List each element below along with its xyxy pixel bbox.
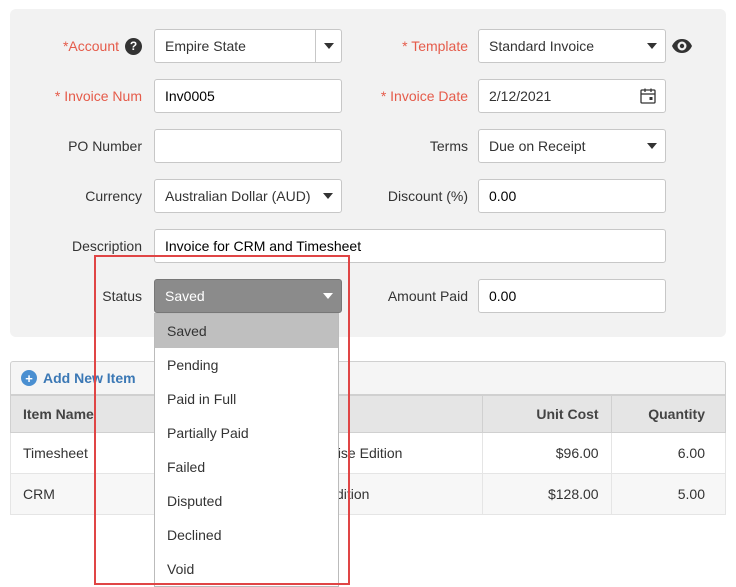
caret-icon [315, 280, 341, 312]
invoice-date-label: Invoice Date [376, 88, 478, 104]
status-label: Status [34, 288, 154, 304]
status-option-saved[interactable]: Saved [155, 314, 338, 348]
col-unit-cost: Unit Cost [482, 396, 611, 433]
terms-value: Due on Receipt [489, 138, 586, 154]
table-row[interactable]: CRM CRM Enterprise Edition $128.00 5.00 [11, 474, 726, 515]
caret-icon [315, 180, 341, 212]
account-label: Account [68, 38, 119, 54]
status-dropdown: Saved Pending Paid in Full Partially Pai… [154, 313, 339, 587]
items-panel: + Add New Item Item Name Description Uni… [10, 361, 726, 515]
discount-label: Discount (%) [376, 188, 478, 204]
caret-icon [639, 130, 665, 162]
terms-select[interactable]: Due on Receipt [478, 129, 666, 163]
po-number-input[interactable] [154, 129, 342, 163]
status-value: Saved [165, 288, 205, 304]
po-number-label: PO Number [34, 138, 154, 154]
caret-icon [639, 30, 665, 62]
amount-paid-input[interactable] [478, 279, 666, 313]
account-select[interactable]: Empire State [154, 29, 342, 63]
status-select[interactable]: Saved [154, 279, 342, 313]
currency-select[interactable]: Australian Dollar (AUD) [154, 179, 342, 213]
items-table: Item Name Description Unit Cost Quantity… [10, 395, 726, 515]
template-label: Template [376, 38, 478, 54]
invoice-num-label: Invoice Num [34, 88, 154, 104]
calendar-icon[interactable] [637, 80, 659, 112]
status-option-void[interactable]: Void [155, 552, 338, 586]
discount-input[interactable] [478, 179, 666, 213]
plus-icon: + [21, 370, 37, 386]
account-value: Empire State [165, 38, 246, 54]
add-new-item-button[interactable]: + Add New Item [10, 361, 726, 395]
template-select[interactable]: Standard Invoice [478, 29, 666, 63]
status-option-declined[interactable]: Declined [155, 518, 338, 552]
col-quantity: Quantity [611, 396, 725, 433]
description-input[interactable] [154, 229, 666, 263]
help-icon[interactable]: ? [125, 38, 142, 55]
template-value: Standard Invoice [489, 38, 594, 54]
invoice-num-input[interactable] [154, 79, 342, 113]
invoice-form-panel: Account ? Empire State Template Standard… [10, 9, 726, 337]
status-option-pending[interactable]: Pending [155, 348, 338, 382]
status-option-disputed[interactable]: Disputed [155, 484, 338, 518]
amount-paid-label: Amount Paid [376, 288, 478, 304]
invoice-date-input[interactable]: 2/12/2021 [478, 79, 666, 113]
currency-label: Currency [34, 188, 154, 204]
description-label: Description [34, 238, 154, 254]
status-option-paid-in-full[interactable]: Paid in Full [155, 382, 338, 416]
currency-value: Australian Dollar (AUD) [165, 188, 310, 204]
caret-icon [315, 30, 341, 62]
table-row[interactable]: Timesheet Timesheet Enterprise Edition $… [11, 433, 726, 474]
status-option-failed[interactable]: Failed [155, 450, 338, 484]
preview-icon[interactable] [672, 39, 692, 53]
status-option-partially-paid[interactable]: Partially Paid [155, 416, 338, 450]
terms-label: Terms [376, 138, 478, 154]
